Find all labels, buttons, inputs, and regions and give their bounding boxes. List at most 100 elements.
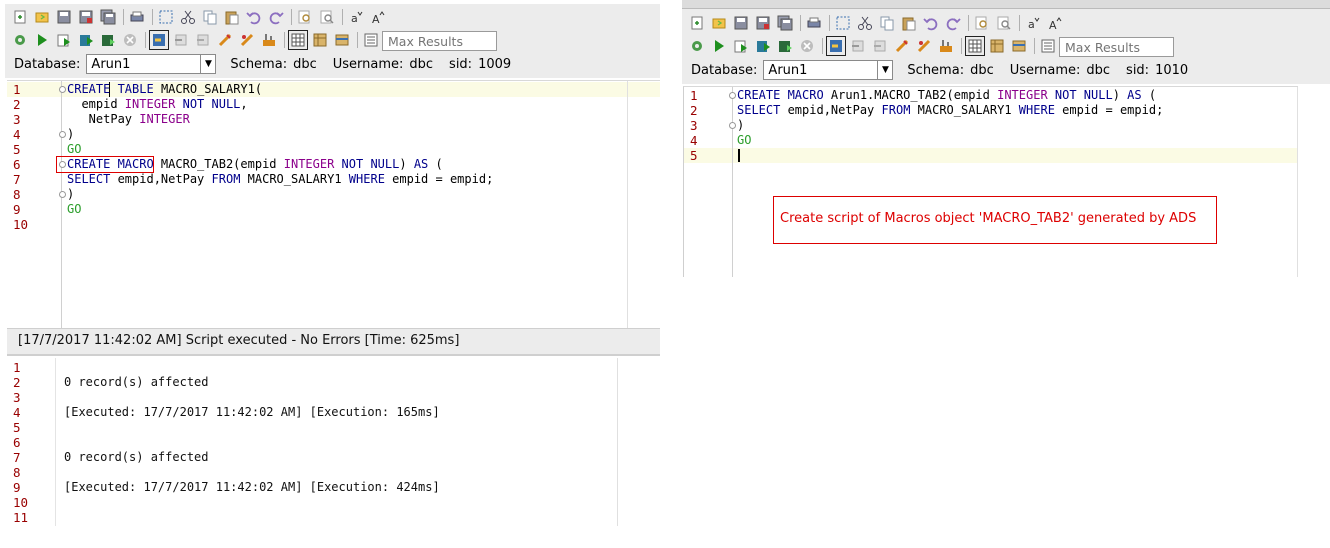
fold-marker[interactable] <box>729 92 736 99</box>
print-icon[interactable] <box>129 9 145 25</box>
undo-icon[interactable] <box>923 15 939 31</box>
settings-icon[interactable] <box>12 32 28 48</box>
max-results-icon[interactable] <box>1040 38 1056 54</box>
save-as-icon[interactable] <box>755 15 771 31</box>
save-all-icon[interactable] <box>100 9 116 25</box>
left-sql-editor[interactable]: 1 2 3 4 5 6 7 8 9 10 CREATE TABLE MACRO_SALARY1( … <box>7 80 660 329</box>
schema-label: Schema: <box>907 62 965 78</box>
fold-marker[interactable] <box>59 131 66 138</box>
grid-view-icon[interactable] <box>288 30 308 50</box>
disconnect-icon[interactable] <box>217 32 233 48</box>
run-icon[interactable] <box>711 38 727 54</box>
paste-icon[interactable] <box>901 15 917 31</box>
new-file-icon[interactable] <box>12 9 28 25</box>
new-file-icon[interactable] <box>689 15 705 31</box>
paste-icon[interactable] <box>224 9 240 25</box>
stop-icon[interactable] <box>122 32 138 48</box>
commit-icon[interactable] <box>173 32 189 48</box>
undo-icon[interactable] <box>246 9 262 25</box>
copy-icon[interactable] <box>879 15 895 31</box>
format-icon[interactable] <box>261 32 277 48</box>
chevron-down-icon[interactable]: ▼ <box>200 55 215 73</box>
save-as-icon[interactable] <box>78 9 94 25</box>
explain-icon[interactable] <box>239 32 255 48</box>
keyword: WHERE <box>348 172 385 186</box>
sid-label: sid: <box>1126 62 1150 78</box>
keyword: CREATE <box>67 82 111 96</box>
run-script-icon[interactable] <box>755 38 771 54</box>
database-select[interactable]: Arun1 ▼ <box>763 60 894 80</box>
run-selection-icon[interactable] <box>56 32 72 48</box>
export-icon[interactable] <box>777 38 793 54</box>
chevron-down-icon[interactable]: ▼ <box>877 61 892 79</box>
max-results-input[interactable] <box>1059 37 1174 57</box>
text-view-icon[interactable] <box>989 38 1005 54</box>
disconnect-icon[interactable] <box>894 38 910 54</box>
save-all-icon[interactable] <box>777 15 793 31</box>
keyword: AS <box>413 157 429 171</box>
left-toolbar-row-2 <box>12 30 385 50</box>
format-icon[interactable] <box>938 38 954 54</box>
fold-marker[interactable] <box>59 191 66 198</box>
select-all-icon[interactable] <box>158 9 174 25</box>
copy-icon[interactable] <box>202 9 218 25</box>
auto-commit-icon[interactable] <box>826 36 846 56</box>
save-icon[interactable] <box>56 9 72 25</box>
line-number: 7 <box>13 450 21 465</box>
right-toolbar-row-2 <box>689 36 1062 56</box>
select-all-icon[interactable] <box>835 15 851 31</box>
explain-icon[interactable] <box>916 38 932 54</box>
rollback-icon[interactable] <box>872 38 888 54</box>
run-script-icon[interactable] <box>78 32 94 48</box>
status-text: [17/7/2017 11:42:02 AM] Script executed … <box>18 333 460 348</box>
print-icon[interactable] <box>806 15 822 31</box>
open-file-icon[interactable] <box>34 9 50 25</box>
save-icon[interactable] <box>733 15 749 31</box>
redo-icon[interactable] <box>268 9 284 25</box>
cut-icon[interactable] <box>180 9 196 25</box>
left-toolbar-row-1: a A <box>12 9 392 25</box>
open-file-icon[interactable] <box>711 15 727 31</box>
code-line-3: NetPay INTEGER <box>67 112 190 126</box>
redo-icon[interactable] <box>945 15 961 31</box>
find-replace-icon[interactable] <box>996 15 1012 31</box>
find-replace-icon[interactable] <box>319 9 335 25</box>
stop-icon[interactable] <box>799 38 815 54</box>
grid-view-icon[interactable] <box>965 36 985 56</box>
run-icon[interactable] <box>34 32 50 48</box>
export-icon[interactable] <box>100 32 116 48</box>
line-number: 3 <box>690 118 698 133</box>
go-statement: GO <box>67 202 82 216</box>
lowercase-icon[interactable]: a <box>1025 15 1041 31</box>
database-select[interactable]: Arun1 ▼ <box>86 54 217 74</box>
cut-icon[interactable] <box>857 15 873 31</box>
history-icon[interactable] <box>1011 38 1027 54</box>
uppercase-icon[interactable]: A <box>1047 15 1063 31</box>
code-line-2: SELECT empid,NetPay FROM MACRO_SALARY1 W… <box>737 103 1163 117</box>
toolbar-separator <box>145 32 146 48</box>
find-icon[interactable] <box>974 15 990 31</box>
line-number: 5 <box>690 148 698 163</box>
uppercase-icon[interactable]: A <box>370 9 386 25</box>
rollback-icon[interactable] <box>195 32 211 48</box>
line-number: 2 <box>13 375 21 390</box>
lowercase-icon[interactable]: a <box>348 9 364 25</box>
line-number: 6 <box>13 435 21 450</box>
schema-value: dbc <box>293 56 317 72</box>
database-label: Database: <box>691 62 758 78</box>
commit-icon[interactable] <box>850 38 866 54</box>
find-icon[interactable] <box>297 9 313 25</box>
fold-marker[interactable] <box>59 86 66 93</box>
toolbar-separator <box>822 38 823 54</box>
run-selection-icon[interactable] <box>733 38 749 54</box>
right-sql-editor[interactable]: 12345 CREATE MACRO Arun1.MACRO_TAB2(empi… <box>683 86 1298 277</box>
history-icon[interactable] <box>334 32 350 48</box>
max-results-icon[interactable] <box>363 32 379 48</box>
line-number: 6 <box>13 157 21 172</box>
text-view-icon[interactable] <box>312 32 328 48</box>
max-results-input[interactable] <box>382 31 497 51</box>
fold-marker[interactable] <box>729 122 736 129</box>
settings-icon[interactable] <box>689 38 705 54</box>
auto-commit-icon[interactable] <box>149 30 169 50</box>
identifier: empid,NetPay <box>780 103 882 117</box>
